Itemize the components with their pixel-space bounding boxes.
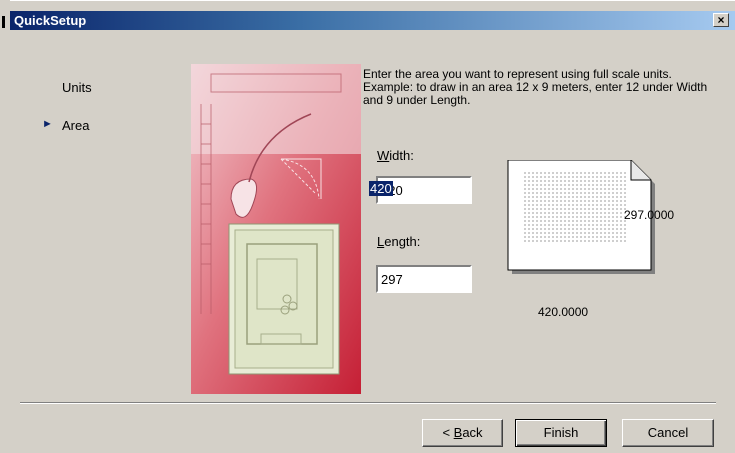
- area-illustration: [191, 64, 361, 394]
- footer-separator: [20, 402, 716, 404]
- back-prefix: <: [442, 425, 454, 440]
- edge-marker: [2, 16, 5, 28]
- finish-label: Finish: [543, 425, 579, 440]
- nav-item-label: Area: [62, 118, 90, 133]
- width-mnemonic: W: [377, 148, 390, 163]
- window-title: QuickSetup: [14, 13, 87, 28]
- active-step-arrow-icon: ►: [42, 118, 53, 130]
- back-label-rest: ack: [462, 425, 483, 440]
- instructions-text: Enter the area you want to represent usi…: [363, 67, 708, 107]
- close-icon: ×: [717, 13, 725, 27]
- cancel-button[interactable]: Cancel: [622, 419, 714, 447]
- close-button[interactable]: ×: [713, 13, 729, 27]
- length-input[interactable]: [376, 265, 472, 293]
- length-label: Length:: [377, 234, 420, 249]
- width-label: Width:: [377, 148, 414, 163]
- title-bar[interactable]: QuickSetup ×: [10, 11, 735, 30]
- preview-width-dimension: 420.0000: [538, 305, 589, 319]
- width-selected-value: 420: [370, 181, 392, 196]
- finish-button[interactable]: Finish: [515, 419, 607, 447]
- width-label-rest: idth:: [389, 148, 414, 163]
- cancel-label: Cancel: [647, 425, 689, 440]
- preview-height-dimension: 297.0000: [624, 208, 675, 222]
- back-button[interactable]: < Back: [422, 419, 503, 447]
- length-label-rest: ength:: [384, 234, 421, 249]
- nav-item-label: Units: [62, 80, 92, 95]
- nav-item-units[interactable]: Units: [62, 80, 92, 95]
- nav-item-area[interactable]: ► Area: [42, 118, 90, 133]
